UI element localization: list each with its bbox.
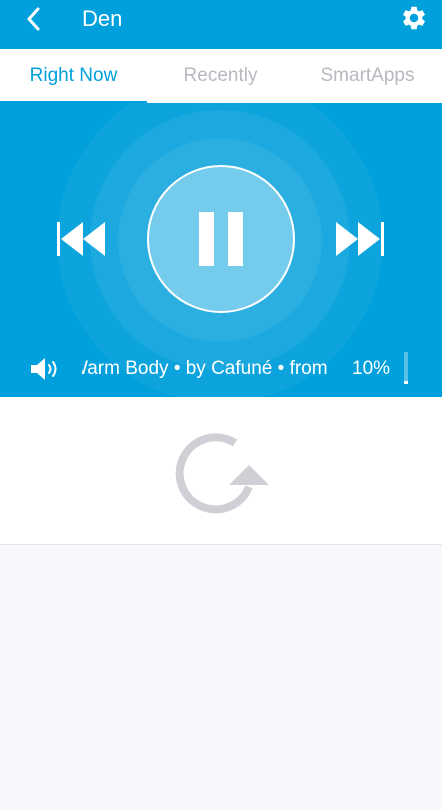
- tab-recently[interactable]: Recently: [147, 49, 294, 103]
- skip-next-icon: [336, 222, 384, 256]
- tab-right-now[interactable]: Right Now: [0, 49, 147, 103]
- back-button[interactable]: [18, 4, 48, 34]
- tab-smartapps[interactable]: SmartApps: [294, 49, 441, 103]
- loading-panel: [0, 397, 442, 545]
- volume-percent: 10%: [352, 358, 391, 379]
- page-title: Den: [82, 6, 123, 31]
- tab-label: Right Now: [29, 65, 118, 86]
- volume-icon[interactable]: [31, 358, 61, 380]
- chevron-left-icon: [27, 7, 40, 31]
- now-playing-text: Warm Body • by Cafuné • from: [82, 350, 332, 388]
- now-playing-row: Warm Body • by Cafuné • from 10%: [0, 350, 442, 388]
- tab-bar: Right Now Recently SmartApps: [0, 49, 442, 103]
- pause-button[interactable]: [147, 165, 295, 313]
- tab-label: SmartApps: [320, 65, 415, 86]
- volume-level-bar[interactable]: [404, 352, 408, 384]
- media-player: Warm Body • by Cafuné • from 10%: [0, 103, 442, 397]
- previous-track-button[interactable]: [57, 222, 107, 256]
- refresh-icon[interactable]: [171, 429, 271, 517]
- top-app-bar: Den: [0, 0, 442, 49]
- volume-level-fill: [404, 380, 408, 384]
- skip-previous-icon: [57, 222, 105, 256]
- pause-icon: [199, 212, 243, 266]
- track-info: Warm Body • by Cafuné • from: [82, 358, 328, 379]
- tab-label: Recently: [183, 65, 258, 86]
- next-track-button[interactable]: [336, 222, 386, 256]
- gear-icon[interactable]: [400, 4, 428, 32]
